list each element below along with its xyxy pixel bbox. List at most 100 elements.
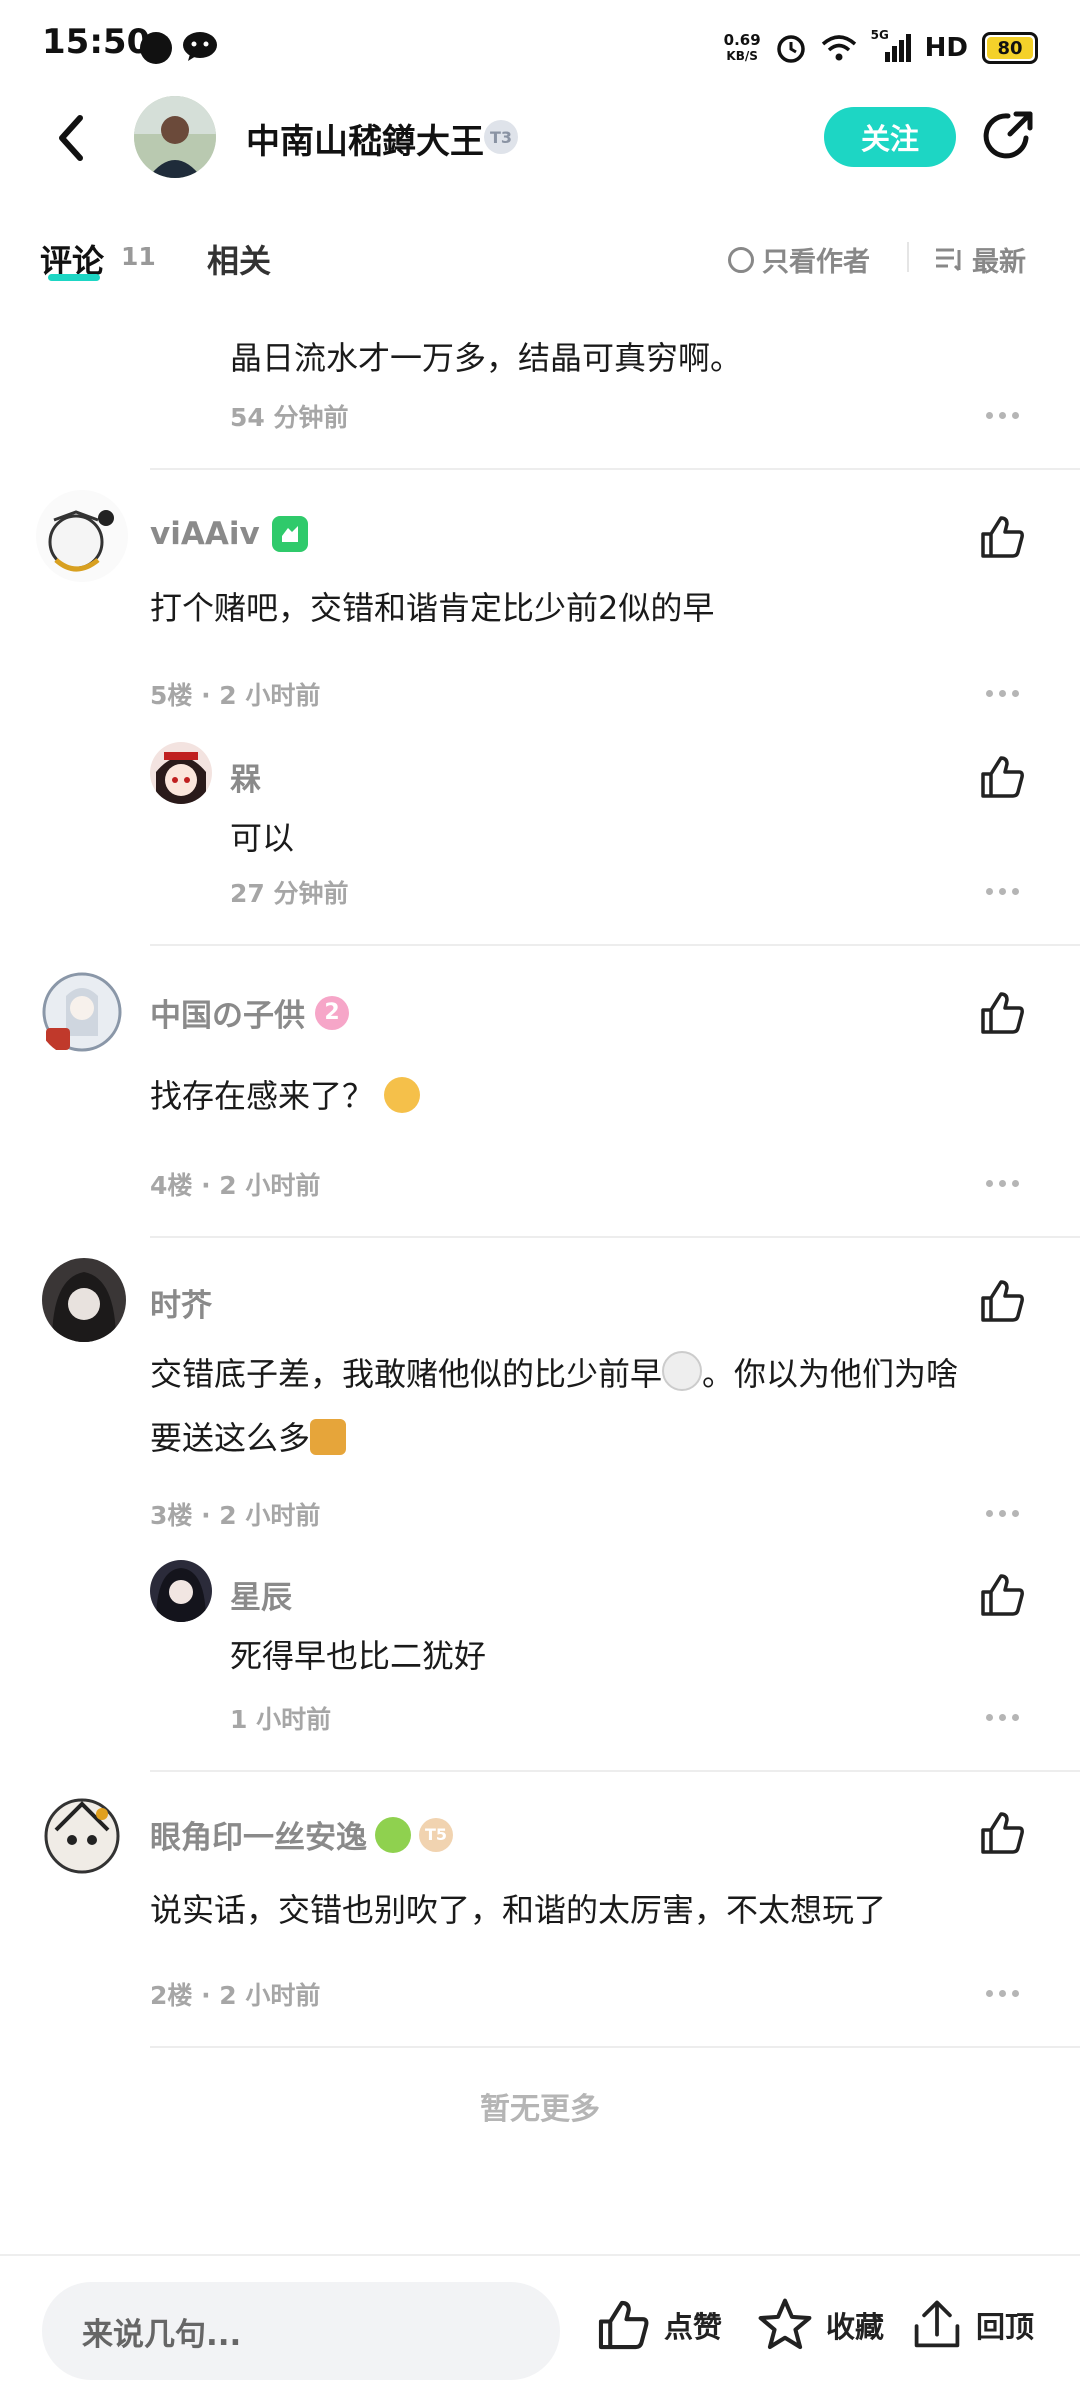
top-label: 回顶 <box>976 2310 1035 2344</box>
like-icon[interactable] <box>977 512 1027 562</box>
divider <box>150 2046 1080 2048</box>
status-time: 15:50 <box>42 22 151 62</box>
sort-button[interactable]: 最新 <box>934 240 1026 279</box>
comments-count: 11 <box>121 242 156 271</box>
verified-badge-icon <box>271 516 308 552</box>
user-row: viAAiv <box>150 516 308 552</box>
tab-active-indicator <box>48 274 100 281</box>
comment-input-placeholder: 来说几句... <box>82 2316 242 2353</box>
radio-icon <box>728 246 754 273</box>
avatar[interactable] <box>36 966 128 1058</box>
only-author-label: 只看作者 <box>762 247 870 278</box>
like-icon[interactable] <box>977 752 1027 802</box>
level-badge: T5 <box>419 1817 453 1852</box>
sort-label: 最新 <box>972 247 1026 278</box>
user-name[interactable]: 星辰 <box>230 1572 292 1617</box>
net-speed-value: 0.69 <box>723 31 761 49</box>
avatar[interactable] <box>36 1790 128 1882</box>
more-icon[interactable] <box>986 1178 1022 1188</box>
user-name[interactable]: 眼角印一丝安逸 <box>150 1812 367 1857</box>
avatar[interactable] <box>150 1560 212 1622</box>
comment-text: 说实话，交错也别吹了，和谐的太厉害，不太想玩了 <box>150 1891 887 1929</box>
reply-time: 54 分钟前 <box>230 403 349 432</box>
only-author-toggle[interactable]: 只看作者 <box>728 240 870 279</box>
user-row: 中国の子供 2 <box>150 990 349 1035</box>
share-button[interactable] <box>980 108 1036 164</box>
comment-text-content: 找存在感来了？ <box>150 1077 375 1115</box>
divider <box>150 944 1080 946</box>
divider <box>150 1236 1080 1238</box>
more-icon[interactable] <box>986 1712 1022 1722</box>
star-icon <box>758 2298 812 2350</box>
upload-arrow-icon <box>914 2300 960 2348</box>
back-to-top-button[interactable]: 回顶 <box>910 2296 1034 2354</box>
comment-text: 找存在感来了？ <box>150 1064 421 1128</box>
thumbs-up-icon <box>598 2300 649 2350</box>
author-name-text: 中南山嵇鐏大王 <box>246 122 484 162</box>
divider <box>150 468 1080 470</box>
author-avatar[interactable] <box>134 96 216 178</box>
like-icon[interactable] <box>977 1808 1027 1858</box>
divider <box>150 1770 1080 1772</box>
level-badge-text: T5 <box>424 1825 448 1844</box>
comment-meta: 2楼 · 2 小时前 <box>150 1981 321 2010</box>
like-icon[interactable] <box>977 1570 1027 1620</box>
net-speed-unit: KB/S <box>726 49 758 63</box>
comment-input[interactable]: 来说几句... <box>42 2282 560 2380</box>
comment-text: 交错底子差，我敢赌他似的比少前早 。你以为他们为啥 要送这么多 <box>150 1342 1030 1470</box>
more-icon[interactable] <box>986 1508 1022 1518</box>
battery-level: 80 <box>997 37 1023 59</box>
more-icon[interactable] <box>986 886 1022 896</box>
user-name[interactable]: 槑 <box>230 754 261 799</box>
level-badge-text: T3 <box>489 127 513 147</box>
rank-badge: 2 <box>315 995 349 1030</box>
follow-button[interactable]: 关注 <box>824 107 956 167</box>
signal-icon: 5G <box>871 28 911 64</box>
bottom-divider <box>0 2254 1080 2256</box>
reply-text: 可以 <box>230 819 295 857</box>
emoji-cat-icon <box>662 1351 703 1391</box>
level-badge: T3 <box>484 120 518 154</box>
like-icon[interactable] <box>977 988 1027 1038</box>
comment-text: 打个赌吧，交错和谐肯定比少前2似的早 <box>150 589 715 627</box>
more-icon[interactable] <box>986 1988 1022 1998</box>
no-more-label: 暂无更多 <box>480 2092 600 2127</box>
user-name[interactable]: 时芥 <box>150 1280 212 1325</box>
user-name[interactable]: viAAiv <box>150 516 260 552</box>
avatar-frame-icon <box>375 1816 411 1853</box>
tab-related[interactable]: 相关 <box>207 236 271 282</box>
user-name[interactable]: 中国の子供 <box>150 990 305 1035</box>
hd-label: HD <box>924 33 968 63</box>
avatar[interactable] <box>42 1258 126 1342</box>
like-label: 点赞 <box>664 2310 723 2344</box>
more-icon[interactable] <box>986 410 1022 420</box>
comment-text-part: 。你以为他们为啥 <box>702 1355 959 1393</box>
like-button[interactable]: 点赞 <box>594 2296 722 2354</box>
more-icon[interactable] <box>986 688 1022 698</box>
avatar[interactable] <box>36 490 128 582</box>
net-speed: 0.69 KB/S <box>724 32 761 64</box>
wifi-icon <box>821 35 856 61</box>
comment-meta: 4楼 · 2 小时前 <box>150 1171 321 1200</box>
app-notification-icon <box>140 32 172 64</box>
emoji-door-icon <box>310 1419 347 1455</box>
signal-label: 5G <box>870 28 889 42</box>
reply-text: 晶日流水才一万多，结晶可真穷啊。 <box>230 339 743 377</box>
reply-time: 1 小时前 <box>230 1705 332 1734</box>
like-icon[interactable] <box>977 1276 1027 1326</box>
comment-text-part: 交错底子差，我敢赌他似的比少前早 <box>150 1355 663 1393</box>
back-button[interactable] <box>48 108 96 168</box>
comment-meta: 3楼 · 2 小时前 <box>150 1501 321 1530</box>
favorite-button[interactable]: 收藏 <box>756 2296 884 2354</box>
tab-divider <box>907 242 909 272</box>
sort-icon <box>936 248 961 271</box>
alarm-icon <box>776 35 805 63</box>
reply-text: 死得早也比二犹好 <box>230 1637 487 1675</box>
author-name[interactable]: 中南山嵇鐏大王 <box>246 114 484 163</box>
user-row: 眼角印一丝安逸 T5 <box>150 1812 453 1857</box>
status-right: 0.69 KB/S 5G HD 80 <box>724 28 1038 68</box>
avatar[interactable] <box>150 742 212 804</box>
wechat-icon <box>182 30 218 62</box>
comment-text-part: 要送这么多 <box>150 1419 311 1457</box>
share-icon <box>983 111 1033 159</box>
